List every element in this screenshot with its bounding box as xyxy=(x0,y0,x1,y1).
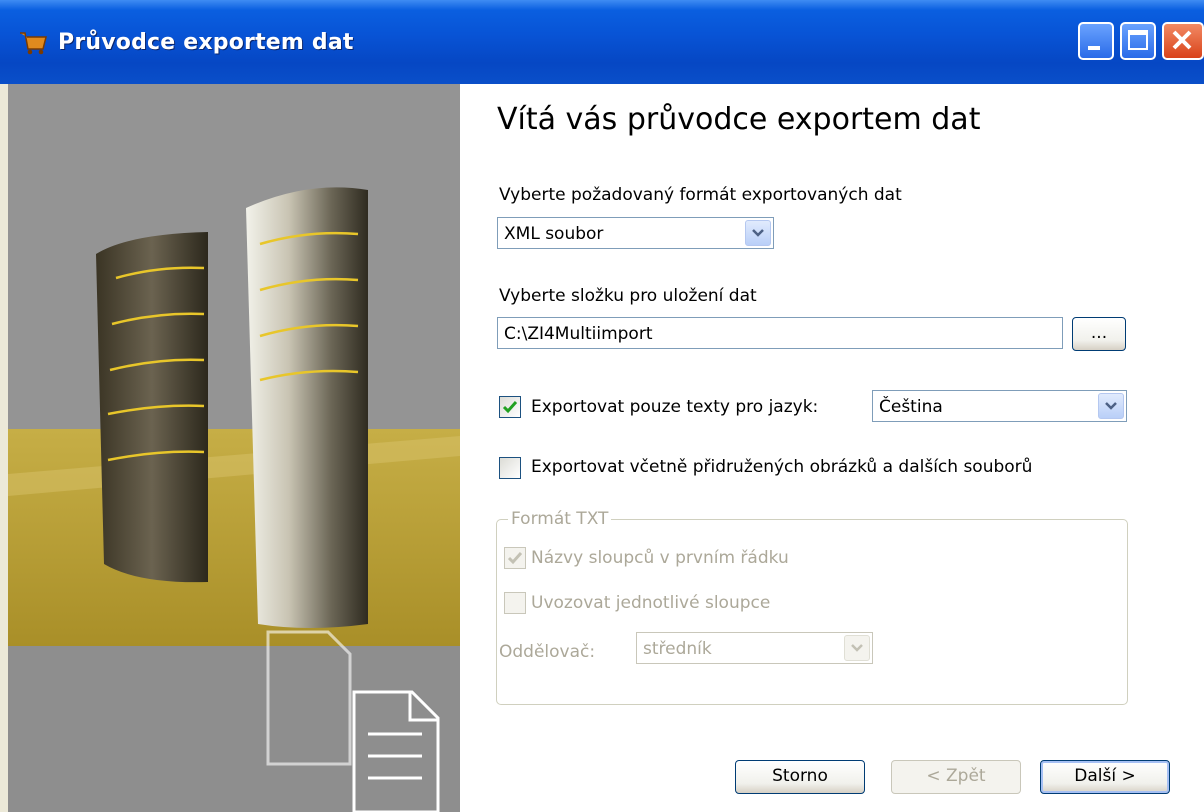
format-select-value: XML soubor xyxy=(504,224,604,244)
cancel-button[interactable]: Storno xyxy=(735,760,865,794)
column-names-checkbox[interactable] xyxy=(504,547,526,569)
separator-select[interactable]: středník xyxy=(636,632,873,664)
folder-path-input[interactable]: C:\ZI4Multiimport xyxy=(497,317,1063,349)
chevron-down-icon[interactable] xyxy=(1098,393,1124,419)
quote-columns-label: Uvozovat jednotlivé sloupce xyxy=(531,593,771,613)
close-icon xyxy=(1172,30,1192,50)
checkmark-icon xyxy=(507,552,523,565)
language-select[interactable]: Čeština xyxy=(872,390,1127,422)
minimize-button[interactable] xyxy=(1078,22,1114,60)
format-label: Vyberte požadovaný formát exportovaných … xyxy=(499,185,902,205)
format-select[interactable]: XML soubor xyxy=(497,217,774,249)
folder-label: Vyberte složku pro uložení dat xyxy=(499,286,757,306)
title-bar[interactable]: Průvodce exportem dat xyxy=(0,0,1204,84)
language-filter-checkbox[interactable] xyxy=(499,396,521,418)
chevron-down-icon[interactable] xyxy=(844,635,870,661)
include-files-checkbox[interactable] xyxy=(499,457,521,479)
server-illustration xyxy=(8,84,460,812)
language-select-value: Čeština xyxy=(879,397,943,417)
cart-app-icon xyxy=(20,32,47,55)
language-filter-label: Exportovat pouze texty pro jazyk: xyxy=(531,397,819,417)
include-files-label: Exportovat včetně přidružených obrázků a… xyxy=(531,457,1033,477)
maximize-icon xyxy=(1128,30,1148,50)
window-title: Průvodce exportem dat xyxy=(58,30,354,55)
minimize-icon xyxy=(1088,46,1100,50)
browse-button[interactable]: ... xyxy=(1072,317,1126,351)
wizard-client-area: Vítá vás průvodce exportem dat Vyberte p… xyxy=(8,84,1204,812)
close-button[interactable] xyxy=(1162,22,1204,60)
checkmark-icon xyxy=(502,401,518,414)
column-names-label: Názvy sloupců v prvním řádku xyxy=(531,548,789,568)
maximize-button[interactable] xyxy=(1120,22,1156,60)
wizard-heading: Vítá vás průvodce exportem dat xyxy=(497,102,981,137)
back-button[interactable]: < Zpět xyxy=(891,760,1021,794)
next-button[interactable]: Další > xyxy=(1040,760,1170,794)
separator-select-value: středník xyxy=(643,639,712,659)
chevron-down-icon[interactable] xyxy=(745,220,771,246)
export-wizard-window: Průvodce exportem dat Vítá vás průvodce … xyxy=(0,0,1204,812)
folder-path-value: C:\ZI4Multiimport xyxy=(504,324,653,344)
quote-columns-checkbox[interactable] xyxy=(504,592,526,614)
separator-label: Oddělovač: xyxy=(499,642,596,662)
txt-format-group-title: Formát TXT xyxy=(508,509,612,529)
